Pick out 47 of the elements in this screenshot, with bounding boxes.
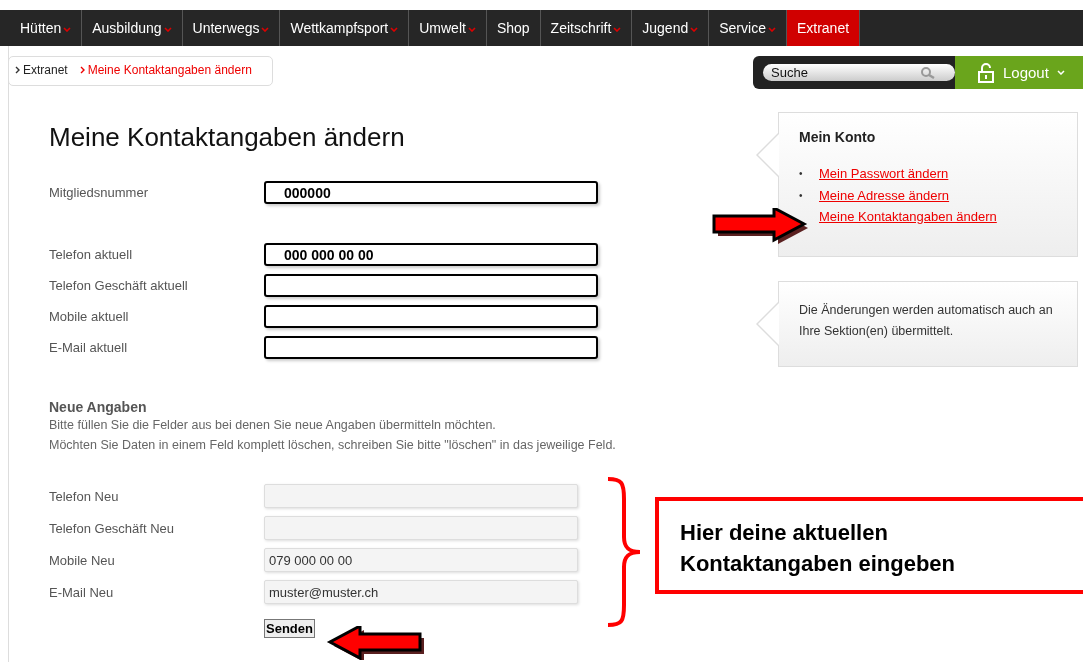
input-field[interactable] <box>264 305 598 328</box>
nav-item[interactable]: Zeitschrift <box>540 10 633 46</box>
callout-text: Hier deine aktuellen Kontaktangaben eingeben <box>680 519 957 578</box>
lock-icon <box>977 62 995 83</box>
caret-icon <box>1056 70 1065 75</box>
field-label: E-Mail aktuell <box>49 340 129 355</box>
account-link[interactable]: Mein Passwort ändern <box>819 163 949 185</box>
breadcrumb-link[interactable]: Meine Kontaktangaben ändern <box>87 63 252 77</box>
field-label: Telefon aktuell <box>49 247 134 262</box>
field-label: Mobile Neu <box>49 552 116 568</box>
nav-item[interactable]: Shop <box>486 10 541 46</box>
page-title: Meine Kontaktangaben ändern <box>49 122 406 153</box>
search-field[interactable]: Suche <box>753 56 955 89</box>
field-label: E-Mail Neu <box>49 584 115 600</box>
nav-item[interactable]: Hütten <box>10 10 83 46</box>
nav-item[interactable]: Service <box>709 10 787 46</box>
input-field[interactable] <box>264 274 598 297</box>
search-icon <box>919 67 937 79</box>
nav-item[interactable]: Unterwegs <box>182 10 281 46</box>
input-field[interactable]: 079 000 00 00 <box>264 548 578 572</box>
nav-item[interactable]: Extranet <box>786 10 861 46</box>
account-link[interactable]: Meine Kontaktangaben ändern <box>819 206 997 228</box>
note-text: Die Änderungen werden automatisch auch an Ihre Sektion(en) übermittelt. <box>799 302 1054 340</box>
nav-item[interactable]: Wettkampfsport <box>280 10 410 46</box>
chevron-icon <box>15 66 20 74</box>
section-heading: Neue Angaben <box>49 399 148 415</box>
input-field[interactable]: 000 000 00 00 <box>264 243 598 266</box>
account-link[interactable]: Meine Adresse ändern <box>819 184 950 206</box>
field-label: Telefon Geschäft Neu <box>49 520 176 536</box>
field-label: Telefon Neu <box>49 488 120 504</box>
bullet-mark: • <box>799 167 804 181</box>
input-field[interactable]: muster@muster.ch <box>264 580 578 604</box>
chevron-icon <box>79 66 85 74</box>
breadcrumb-link[interactable]: Extranet <box>23 63 68 77</box>
field-label: Telefon Geschäft aktuell <box>49 278 189 293</box>
field-label: Mitgliedsnummer <box>49 185 149 200</box>
instruction-text: Bitte füllen Sie die Felder aus bei denen Sie neue Angaben übermitteln möchten. <box>49 418 497 432</box>
nav-item[interactable]: Ausbildung <box>82 10 183 46</box>
input-field[interactable]: 000000 <box>264 181 598 204</box>
instruction-text: Möchten Sie Daten in einem Feld komplett löschen, schreiben Sie bitte "löschen" in das jeweilige Feld. <box>49 438 617 452</box>
nav-item[interactable]: Jugend <box>632 10 710 46</box>
panel-title: Mein Konto <box>799 129 877 145</box>
input-field[interactable] <box>264 336 598 359</box>
submit-button[interactable]: Senden <box>264 618 315 638</box>
nav-item[interactable]: Umwelt <box>409 10 487 46</box>
field-label: Mobile aktuell <box>49 309 130 324</box>
bullet-mark: • <box>799 188 804 203</box>
